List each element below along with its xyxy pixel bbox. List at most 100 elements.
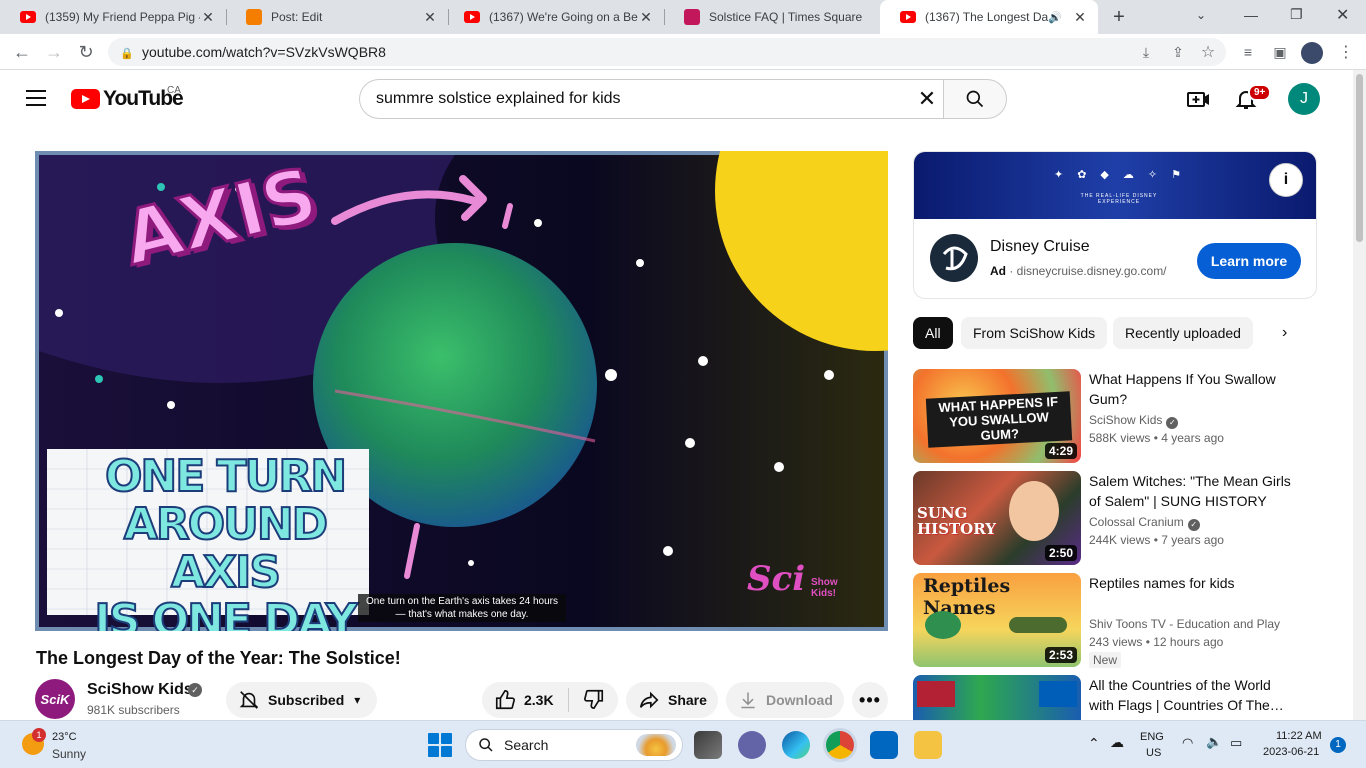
task-view-icon[interactable] [694, 731, 722, 759]
clock-time[interactable]: 11:22 AM [1276, 730, 1322, 742]
ad-title[interactable]: Disney Cruise [990, 238, 1090, 256]
reload-icon[interactable]: ↻ [74, 40, 98, 64]
close-tab-icon[interactable]: ✕ [422, 9, 438, 26]
thumbnail-reptile [1009, 617, 1067, 633]
browser-tab[interactable]: Solstice FAQ | Times Square [664, 0, 876, 34]
edge-icon[interactable] [782, 731, 810, 759]
hamburger-menu-icon[interactable] [26, 90, 46, 106]
bookmark-star-icon[interactable]: ☆ [1196, 40, 1220, 64]
scishow-watermark: Sci [747, 559, 806, 599]
like-button[interactable]: 2.3K [494, 689, 554, 711]
notification-center-badge[interactable]: 1 [1330, 737, 1346, 753]
recommended-video[interactable]: Reptiles Names 2:53 Reptiles names for k… [913, 573, 1353, 668]
ad-card[interactable]: ✦✿◆☁✧⚑ THE REAL-LIFE DISNEY EXPERIENCE i… [913, 151, 1317, 299]
forward-icon[interactable]: → [42, 40, 66, 64]
browser-tab-active[interactable]: (1367) The Longest Day 🔊 ✕ [880, 0, 1098, 34]
address-bar[interactable]: 🔒 youtube.com/watch?v=SVzkVsWQBR8 [108, 38, 1226, 66]
verified-check-icon: ✓ [1166, 417, 1179, 429]
subscribed-button[interactable]: Subscribed ▾ [226, 682, 377, 718]
download-button[interactable]: Download [726, 682, 844, 718]
browser-tab[interactable]: (1359) My Friend Peppa Pig - ✕ [0, 0, 226, 34]
store-icon[interactable] [870, 731, 898, 759]
share-page-icon[interactable]: ⇪ [1166, 40, 1190, 64]
dislike-button[interactable] [583, 688, 605, 713]
weather-temperature[interactable]: 23°C [52, 731, 77, 743]
browser-tab[interactable]: (1367) We're Going on a Bear ✕ [444, 0, 664, 34]
file-explorer-icon[interactable] [914, 731, 942, 759]
restore-icon[interactable]: ❐ [1290, 6, 1303, 23]
weather-condition[interactable]: Sunny [52, 747, 86, 761]
clear-search-icon[interactable]: ✕ [915, 87, 939, 111]
browser-tab[interactable]: Post: Edit ✕ [226, 0, 448, 34]
close-tab-icon[interactable]: ✕ [1072, 9, 1088, 26]
input-language[interactable]: ENG [1140, 731, 1164, 743]
new-tab-button[interactable]: + [1108, 6, 1130, 28]
taskbar-search[interactable]: Search [465, 729, 683, 761]
scrollbar-thumb[interactable] [1356, 74, 1363, 242]
more-actions-button[interactable]: ••• [852, 682, 888, 718]
search-icon [479, 738, 493, 752]
recommended-video[interactable]: WHAT HAPPENS IF YOU SWALLOW GUM? 4:29 Wh… [913, 369, 1353, 463]
account-avatar[interactable]: J [1288, 83, 1320, 115]
recommended-meta: 588K views • 4 years ago [1089, 431, 1224, 445]
kebab-menu-icon[interactable]: ⋮ [1334, 40, 1358, 64]
input-region[interactable]: US [1146, 747, 1161, 759]
onedrive-icon[interactable]: ☁ [1110, 734, 1124, 751]
ad-banner[interactable]: ✦✿◆☁✧⚑ THE REAL-LIFE DISNEY EXPERIENCE i [914, 152, 1316, 219]
like-dislike-group: 2.3K [482, 682, 618, 718]
close-tab-icon[interactable]: ✕ [638, 9, 654, 26]
video-player[interactable]: AXIS ONE TURN AROUND AXIS IS ONE DAY Sci… [35, 151, 888, 631]
chip-from-channel[interactable]: From SciShow Kids [961, 317, 1108, 349]
video-thumbnail[interactable] [913, 675, 1081, 720]
chevron-right-icon[interactable]: › [1282, 324, 1287, 342]
recommended-title[interactable]: All the Countries of the World with Flag… [1089, 675, 1299, 715]
recommended-video[interactable]: SUNG HISTORY 2:50 Salem Witches: "The Me… [913, 471, 1353, 565]
close-tab-icon[interactable]: ✕ [200, 9, 216, 26]
tab-search-icon[interactable]: ⌄ [1196, 8, 1206, 22]
profile-avatar[interactable] [1301, 42, 1323, 64]
speaker-icon[interactable]: 🔊 [1048, 11, 1062, 24]
chevron-up-icon[interactable]: ⌃ [1088, 735, 1100, 752]
youtube-logo[interactable]: YouTube CA [71, 85, 184, 111]
teams-chat-icon[interactable] [738, 731, 766, 759]
video-thumbnail[interactable]: WHAT HAPPENS IF YOU SWALLOW GUM? 4:29 [913, 369, 1081, 463]
youtube-icon [900, 11, 916, 23]
back-icon[interactable]: ← [10, 40, 34, 64]
side-panel-icon[interactable]: ▣ [1268, 40, 1292, 64]
video-thumbnail[interactable]: SUNG HISTORY 2:50 [913, 471, 1081, 565]
close-window-icon[interactable]: ✕ [1336, 5, 1349, 25]
ad-info-icon[interactable]: i [1269, 163, 1303, 197]
chip-recently-uploaded[interactable]: Recently uploaded [1113, 317, 1253, 349]
browser-tab-strip: (1359) My Friend Peppa Pig - ✕ Post: Edi… [0, 0, 1366, 34]
search-input[interactable] [359, 79, 943, 119]
scishow-watermark-small: Show Kids! [811, 577, 838, 599]
battery-icon[interactable]: ▭ [1230, 735, 1242, 751]
share-button[interactable]: Share [626, 682, 718, 718]
clock-date[interactable]: 2023-06-21 [1263, 746, 1319, 758]
install-icon[interactable]: ⤓ [1134, 40, 1158, 64]
create-video-icon[interactable] [1186, 87, 1210, 111]
recommended-title[interactable]: Reptiles names for kids [1089, 573, 1299, 593]
channel-avatar[interactable]: SciK [35, 679, 75, 719]
recommended-video[interactable]: All the Countries of the World with Flag… [913, 675, 1353, 720]
duration-badge: 2:50 [1044, 545, 1077, 561]
closed-caption: One turn on the Earth's axis takes 24 ho… [358, 594, 566, 622]
search-button[interactable] [943, 79, 1007, 119]
channel-name[interactable]: SciShow Kids [87, 681, 193, 699]
chrome-icon[interactable] [826, 731, 854, 759]
learn-more-button[interactable]: Learn more [1197, 243, 1301, 279]
volume-icon[interactable]: 🔈 [1206, 734, 1222, 750]
overlay-line: AROUND AXIS [123, 499, 329, 598]
like-count: 2.3K [524, 692, 554, 708]
page-scrollbar[interactable] [1353, 70, 1366, 720]
start-button[interactable] [428, 733, 452, 757]
media-control-icon[interactable]: ≡ [1236, 40, 1260, 64]
flag-thumbnail [917, 681, 955, 707]
chip-all[interactable]: All [913, 317, 953, 349]
disney-logo [930, 234, 978, 282]
minimize-icon[interactable]: — [1244, 7, 1258, 23]
wifi-icon[interactable]: ◠ [1182, 735, 1193, 751]
video-thumbnail[interactable]: Reptiles Names 2:53 [913, 573, 1081, 667]
recommended-title[interactable]: Salem Witches: "The Mean Girls of Salem"… [1089, 471, 1299, 511]
recommended-title[interactable]: What Happens If You Swallow Gum? [1089, 369, 1299, 409]
